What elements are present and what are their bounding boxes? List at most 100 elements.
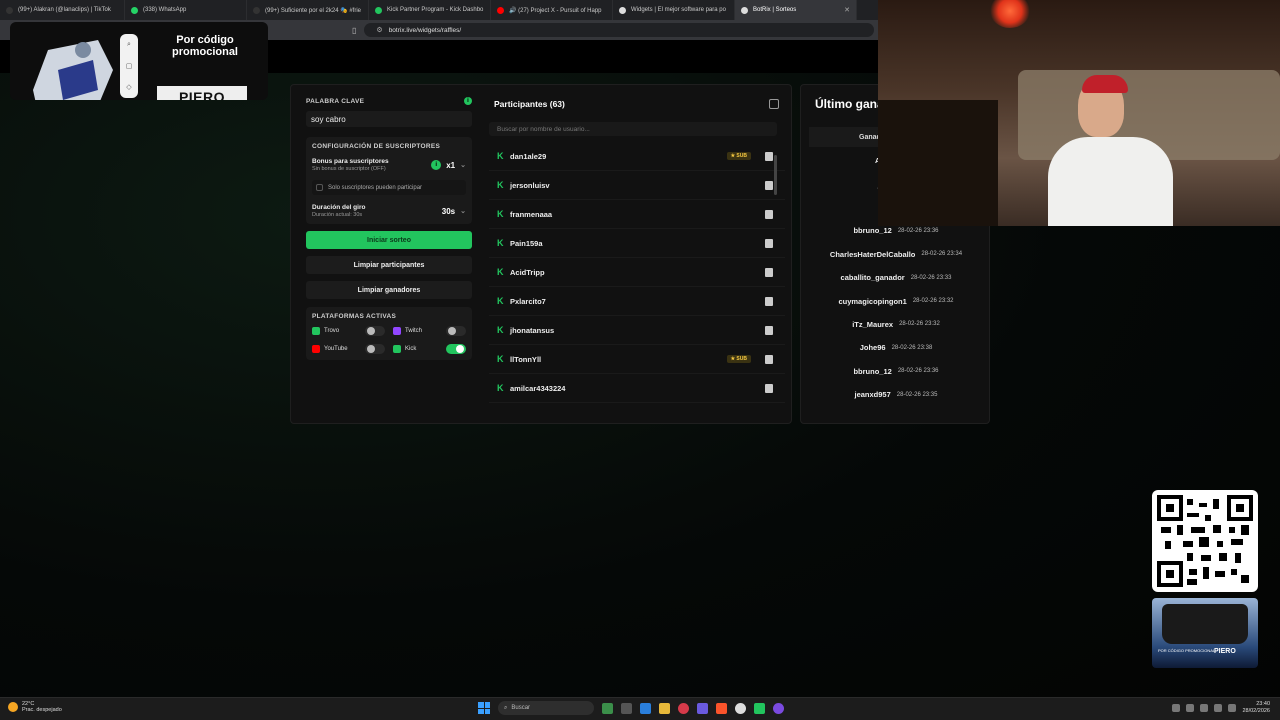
clock[interactable]: 23:40 28/02/2026 — [1242, 701, 1270, 715]
kick-icon: K — [497, 180, 504, 190]
tab-favicon-icon — [619, 6, 626, 14]
lock-icon: ▢ — [125, 62, 133, 70]
trash-icon[interactable] — [765, 354, 773, 364]
chevron-up-icon[interactable] — [1172, 704, 1181, 712]
winner-row: caballito_ganador 28-02-26 23:33 — [811, 266, 981, 289]
trash-icon[interactable] — [765, 383, 773, 393]
participant-row: Kfranmenaaa — [489, 200, 785, 229]
clear-winners-button[interactable]: Limpiar ganadores — [306, 281, 472, 299]
clear-participants-button[interactable]: Limpiar participantes — [306, 256, 472, 274]
taskbar-search[interactable]: ⌕ Buscar — [498, 701, 594, 715]
browser-tab[interactable]: 🔊 (27) Project X - Pursuit of Happ — [491, 0, 613, 20]
url-field[interactable]: ⚙ botrix.live/widgets/raffles/ — [364, 23, 875, 37]
youtube-toggle[interactable] — [365, 344, 385, 354]
copy-icon[interactable] — [769, 99, 779, 109]
duration-subtitle: Duración actual: 30s — [312, 212, 363, 218]
kick-toggle[interactable] — [446, 344, 466, 354]
app-icon[interactable] — [602, 702, 613, 714]
winner-row: CharlesHaterDelCaballo 28-02-26 23:34 — [811, 243, 981, 266]
tab-favicon-icon — [741, 6, 748, 14]
participant-row: Kjhonatansus — [489, 316, 785, 345]
close-tab-icon[interactable]: ✕ — [844, 6, 850, 14]
winner-name: Johe96 — [859, 343, 886, 353]
trash-icon[interactable] — [765, 151, 773, 161]
site-info-icon[interactable]: ⚙ — [376, 26, 382, 34]
bonus-select[interactable]: i x1 ⌄ — [431, 160, 466, 170]
participant-row: Kjersonluisv — [489, 171, 785, 200]
duration-select[interactable]: 30s ⌄ — [442, 207, 466, 216]
app-icon[interactable] — [640, 702, 651, 714]
tab-label: (99+) Alakran (@lanaclips) | TikTok — [18, 7, 111, 13]
platform-name: Twitch — [405, 328, 423, 334]
shelf — [878, 100, 998, 226]
only-subs-checkbox[interactable]: Solo suscriptores pueden participar — [312, 180, 466, 195]
participant-name: jersonluisv — [510, 180, 550, 190]
twitch-toggle[interactable] — [446, 326, 466, 336]
app-icon[interactable] — [678, 702, 689, 714]
participant-row: KllTonnYll ★ SUB — [489, 345, 785, 374]
chrome-icon[interactable] — [735, 702, 746, 714]
promo-banner: POR CÓDIGO PROMOCIONAL PIERO — [1152, 598, 1258, 668]
trash-icon[interactable] — [765, 209, 773, 219]
start-raffle-button[interactable]: Iniciar sorteo — [306, 231, 472, 249]
streamer — [1048, 75, 1173, 226]
taskbar-search-label: Buscar — [511, 705, 531, 711]
platforms-label: PLATAFORMAS ACTIVAS — [312, 313, 397, 320]
kick-icon: K — [497, 296, 504, 306]
qr-pattern — [1157, 495, 1253, 587]
browser-tab[interactable]: (338) WhatsApp — [125, 0, 247, 20]
search-icon: ⌕ — [127, 40, 131, 48]
wifi-icon[interactable] — [1200, 704, 1209, 712]
chevron-down-icon: ⌄ — [460, 162, 466, 169]
windows-start-icon[interactable] — [478, 702, 490, 714]
trovo-toggle[interactable] — [365, 326, 385, 336]
sun-icon — [8, 702, 18, 712]
kick-icon: K — [497, 383, 504, 393]
browser-tab[interactable]: BotRix | Sorteos ✕ — [735, 0, 857, 20]
trash-icon[interactable] — [765, 325, 773, 335]
keyword-input[interactable]: soy cabro — [306, 111, 472, 127]
brave-icon[interactable] — [716, 702, 727, 714]
tray-icon[interactable] — [1186, 704, 1195, 712]
volume-icon[interactable] — [1214, 704, 1223, 712]
subscriber-config-label: CONFIGURACIÓN DE SUSCRIPTORES — [312, 143, 441, 150]
browser-tab[interactable]: Kick Partner Program - Kick Dashbo — [369, 0, 491, 20]
lamp — [990, 0, 1030, 28]
date: 28/02/2026 — [1242, 708, 1270, 714]
promo-line2: promocional — [171, 46, 238, 58]
kick-icon: K — [497, 267, 504, 277]
participant-name: Pain159a — [510, 238, 543, 248]
trash-icon[interactable] — [765, 180, 773, 190]
winner-date: 28-02-26 23:36 — [897, 227, 939, 234]
participant-name: amilcar4343224 — [510, 383, 566, 393]
scrollbar[interactable] — [774, 155, 777, 195]
participant-name: dan1ale29 — [510, 151, 547, 161]
kick-icon: K — [497, 238, 504, 248]
sub-badge: ★ SUB — [726, 152, 751, 160]
weather-widget[interactable]: 22°C Prac. despejado — [8, 701, 62, 713]
battery-icon[interactable] — [1228, 704, 1237, 712]
tab-favicon-icon — [375, 6, 382, 14]
winner-name: caballito_ganador — [840, 273, 905, 283]
kick-icon[interactable] — [754, 702, 765, 714]
app-icon[interactable] — [621, 702, 632, 714]
browser-tab[interactable]: Widgets | El mejor software para po — [613, 0, 735, 20]
info-icon[interactable]: i — [464, 97, 472, 105]
sub-badge: ★ SUB — [726, 355, 751, 363]
participant-search-input[interactable]: Buscar por nombre de usuario... — [489, 122, 777, 136]
winner-date: 28-02-26 23:32 — [899, 321, 940, 328]
search-icon: ⌕ — [504, 704, 508, 711]
app-icon[interactable] — [773, 702, 784, 714]
trash-icon[interactable] — [765, 267, 773, 277]
trash-icon[interactable] — [765, 296, 773, 306]
bookmark-icon[interactable]: ▯ — [352, 26, 356, 35]
platform-name: YouTube — [324, 346, 348, 352]
winner-date: 28-02-26 23:35 — [896, 391, 938, 398]
winner-name: CharlesHaterDelCaballo — [829, 249, 916, 259]
browser-tab[interactable]: (99+) Alakran (@lanaclips) | TikTok — [0, 0, 125, 20]
trash-icon[interactable] — [765, 238, 773, 248]
promo-code: PIERO — [157, 86, 247, 100]
browser-tab[interactable]: (99+) Suficiente por el 2k24 🎭 #frie — [247, 0, 369, 20]
folder-icon[interactable] — [659, 702, 670, 714]
app-icon[interactable] — [697, 702, 708, 714]
